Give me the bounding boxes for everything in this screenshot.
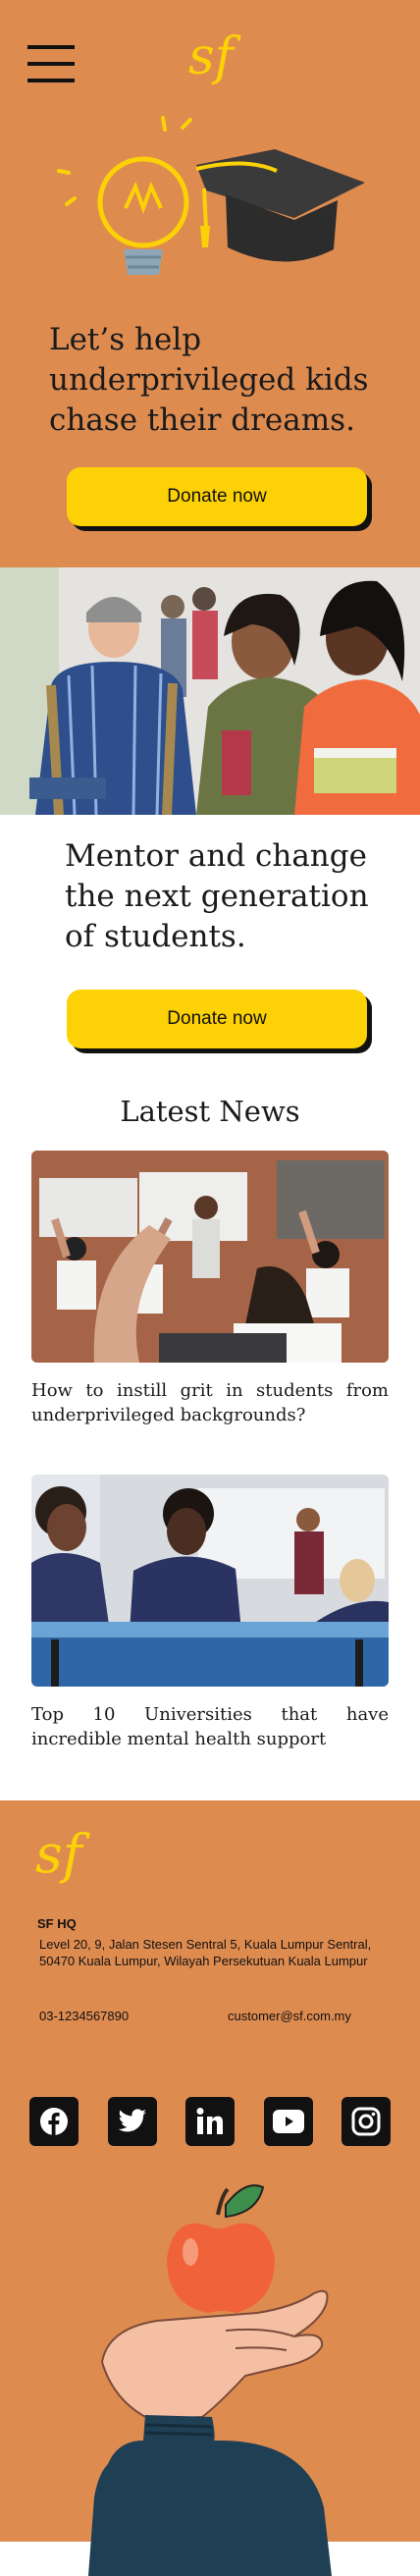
graduation-cap-icon [196,149,365,218]
news-card-title[interactable]: Top 10 Universities that have incredible… [31,1702,389,1751]
instagram-icon [351,2107,381,2136]
linkedin-icon [196,2108,223,2134]
hero-donate-button[interactable]: Donate now [67,467,367,526]
mentor-section: Mentor and change the next generation of… [0,815,420,1090]
mentor-donate-button[interactable]: Donate now [67,990,367,1048]
news-card-title[interactable]: How to instill grit in students from und… [31,1378,389,1427]
menu-button[interactable] [27,43,75,84]
news-card[interactable]: Top 10 Universities that have incredible… [31,1475,389,1751]
latest-news-title: Latest News [120,1095,300,1128]
hero-illustration [57,116,365,275]
news-card[interactable]: How to instill grit in students from und… [31,1151,389,1427]
hq-address: Level 20, 9, Jalan Stesen Sentral 5, Kua… [39,1937,372,1968]
news-image-university [31,1475,389,1687]
youtube-button[interactable] [264,2097,313,2146]
apple-icon [167,2223,275,2313]
students-photo [0,567,420,815]
hero-headline: Let’s help underprivileged kids chase th… [49,322,369,438]
hamburger-icon [27,45,75,82]
hand-apple-illustration [88,2184,332,2576]
news-image-classroom [31,1151,389,1363]
instagram-button[interactable] [341,2097,391,2146]
hq-label: SF HQ [37,1916,77,1931]
facebook-button[interactable] [29,2097,79,2146]
phone-link[interactable]: 03-1234567890 [39,2009,129,2023]
hero-photo-students [0,567,420,815]
linkedin-button[interactable] [185,2097,235,2146]
footer: sf SF HQ Level 20, 9, Jalan Stesen Sentr… [0,1800,420,2576]
email-link[interactable]: customer@sf.com.my [228,2009,351,2023]
lightbulb-icon [97,156,189,248]
youtube-icon [273,2110,304,2133]
twitter-button[interactable] [108,2097,157,2146]
twitter-icon [118,2109,146,2132]
hero-section: sf Let’s help underprivileged kids chase… [0,0,420,567]
footer-logo[interactable]: sf [35,1826,82,1883]
mentor-headline: Mentor and change the next generation of… [65,838,369,954]
facebook-icon [40,2108,68,2135]
logo[interactable]: sf [188,29,234,84]
